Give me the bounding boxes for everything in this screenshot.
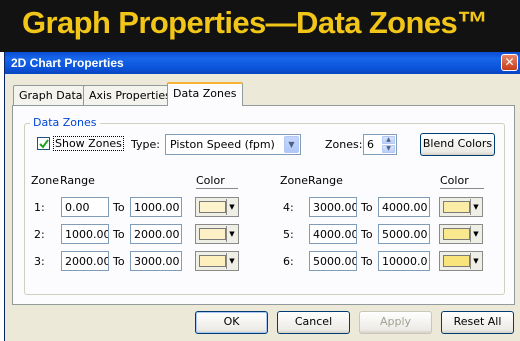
zone-4-to-input[interactable]: 4000.00 bbox=[378, 197, 430, 217]
color-swatch bbox=[443, 255, 470, 267]
tab-panel-data-zones: Data Zones Show Zones Type: Piston Speed… bbox=[12, 105, 515, 305]
zone-4-color-picker[interactable]: ▼ bbox=[439, 197, 483, 217]
zone-column-header: Zone bbox=[280, 174, 309, 187]
zone-2-to-input[interactable]: 2000.00 bbox=[130, 224, 182, 244]
banner-title: Graph Properties—Data Zones™ bbox=[22, 5, 488, 40]
zone-1-to-input[interactable]: 1000.00 bbox=[130, 197, 182, 217]
zone-3-from-input[interactable]: 2000.00 bbox=[61, 251, 109, 271]
color-column-header: Color bbox=[440, 174, 484, 189]
zone-6-from-input[interactable]: 5000.00 bbox=[309, 251, 357, 271]
color-swatch bbox=[199, 255, 226, 267]
chevron-down-icon: ▼ bbox=[226, 253, 237, 269]
to-label: To bbox=[113, 255, 125, 268]
blend-colors-button[interactable]: Blend Colors bbox=[420, 133, 495, 156]
zone-3-color-picker[interactable]: ▼ bbox=[195, 251, 239, 271]
chevron-down-icon[interactable]: ▼ bbox=[284, 136, 299, 153]
zone-label: 4: bbox=[283, 201, 294, 214]
zone-label: 2: bbox=[34, 228, 45, 241]
chevron-down-icon: ▼ bbox=[226, 199, 237, 215]
range-column-header: Range bbox=[308, 174, 343, 187]
window-title: 2D Chart Properties bbox=[11, 56, 124, 70]
zone-label: 6: bbox=[283, 255, 294, 268]
group-legend: Data Zones bbox=[30, 116, 100, 129]
to-label: To bbox=[113, 228, 125, 241]
reset-all-button[interactable]: Reset All bbox=[441, 311, 514, 334]
ok-button[interactable]: OK bbox=[195, 311, 268, 334]
checkmark-icon bbox=[39, 139, 49, 149]
zone-6-to-input[interactable]: 10000.0 bbox=[378, 251, 430, 271]
close-icon[interactable]: ✕ bbox=[501, 54, 518, 71]
zone-1-from-input[interactable]: 0.00 bbox=[61, 197, 109, 217]
color-swatch bbox=[443, 201, 470, 213]
title-bar[interactable]: 2D Chart Properties ✕ bbox=[5, 52, 520, 74]
zone-6-color-picker[interactable]: ▼ bbox=[439, 251, 483, 271]
chevron-down-icon: ▼ bbox=[470, 226, 481, 242]
zone-5-from-input[interactable]: 4000.00 bbox=[309, 224, 357, 244]
tab-data-zones[interactable]: Data Zones bbox=[167, 82, 243, 106]
tab-graph-data[interactable]: Graph Data bbox=[13, 85, 89, 105]
zone-4-from-input[interactable]: 3000.00 bbox=[309, 197, 357, 217]
type-select-value: Piston Speed (fpm) bbox=[170, 138, 275, 151]
spin-up-icon[interactable]: ▲ bbox=[382, 136, 395, 144]
color-column-header: Color bbox=[196, 174, 238, 189]
data-zones-group: Data Zones Show Zones Type: Piston Speed… bbox=[24, 116, 505, 295]
zone-column-header: Zone bbox=[31, 174, 60, 187]
to-label: To bbox=[361, 201, 373, 214]
range-column-header: Range bbox=[60, 174, 95, 187]
chevron-down-icon: ▼ bbox=[470, 253, 481, 269]
zone-label: 1: bbox=[34, 201, 45, 214]
zone-2-from-input[interactable]: 1000.00 bbox=[61, 224, 109, 244]
dialog-window: 2D Chart Properties ✕ Graph Data Axis Pr… bbox=[4, 52, 520, 341]
zone-5-color-picker[interactable]: ▼ bbox=[439, 224, 483, 244]
color-swatch bbox=[199, 201, 226, 213]
type-select[interactable]: Piston Speed (fpm) ▼ bbox=[165, 134, 301, 155]
zone-1-color-picker[interactable]: ▼ bbox=[195, 197, 239, 217]
zone-2-color-picker[interactable]: ▼ bbox=[195, 224, 239, 244]
zone-label: 5: bbox=[283, 228, 294, 241]
zone-5-to-input[interactable]: 5000.00 bbox=[378, 224, 430, 244]
banner: Graph Properties—Data Zones™ bbox=[0, 0, 520, 52]
zones-spinner[interactable]: 6 ▲ ▼ bbox=[363, 134, 397, 155]
to-label: To bbox=[361, 228, 373, 241]
spin-down-icon[interactable]: ▼ bbox=[382, 145, 395, 153]
zone-label: 3: bbox=[34, 255, 45, 268]
zones-spinner-value: 6 bbox=[367, 138, 374, 151]
apply-button[interactable]: Apply bbox=[359, 311, 432, 334]
type-label: Type: bbox=[131, 138, 160, 151]
chevron-down-icon: ▼ bbox=[470, 199, 481, 215]
show-zones-label[interactable]: Show Zones bbox=[53, 136, 124, 151]
color-swatch bbox=[199, 228, 226, 240]
to-label: To bbox=[113, 201, 125, 214]
tab-axis-properties[interactable]: Axis Properties bbox=[83, 85, 177, 105]
to-label: To bbox=[361, 255, 373, 268]
color-swatch bbox=[443, 228, 470, 240]
zones-label: Zones: bbox=[325, 138, 363, 151]
chevron-down-icon: ▼ bbox=[226, 226, 237, 242]
cancel-button[interactable]: Cancel bbox=[277, 311, 350, 334]
zone-3-to-input[interactable]: 3000.00 bbox=[130, 251, 182, 271]
show-zones-checkbox[interactable] bbox=[37, 137, 50, 150]
